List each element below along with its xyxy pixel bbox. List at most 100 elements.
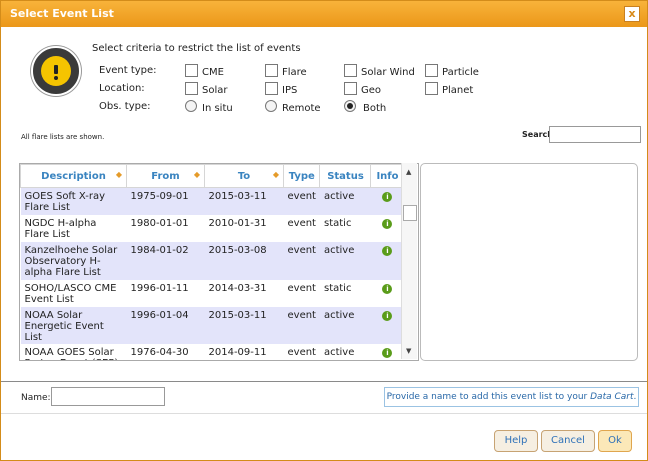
column-header-description[interactable]: Description ◆ xyxy=(20,164,127,188)
column-header-status[interactable]: Status xyxy=(319,164,372,188)
info-icon[interactable]: i xyxy=(382,218,393,229)
both-radio-label: Both xyxy=(363,103,387,114)
ips-checkbox-label: IPS xyxy=(282,85,298,96)
remote-radio[interactable] xyxy=(265,100,277,112)
table-row[interactable]: GOES Soft X-ray Flare List 1975-09-01 20… xyxy=(20,187,404,215)
in-situ-radio[interactable] xyxy=(185,100,197,112)
scrollbar-thumb[interactable] xyxy=(403,205,417,221)
info-icon[interactable]: i xyxy=(382,192,393,202)
type-cell: event xyxy=(283,241,320,280)
in-situ-radio-label: In situ xyxy=(202,103,233,114)
info-icon[interactable]: i xyxy=(382,310,393,321)
column-header-description-label: Description xyxy=(41,170,106,182)
type-cell: event xyxy=(283,306,320,344)
geo-checkbox[interactable] xyxy=(344,82,357,95)
status-cell: active xyxy=(319,241,371,280)
info-cell: i xyxy=(371,280,404,307)
type-cell: event xyxy=(287,217,316,229)
search-input[interactable] xyxy=(549,126,641,143)
to-cell: 2010-01-31 xyxy=(208,217,267,229)
from-cell: 1980-01-01 xyxy=(130,217,189,229)
scroll-down-icon[interactable]: ▼ xyxy=(406,347,411,355)
particle-checkbox[interactable] xyxy=(425,64,438,77)
column-header-type-label: Type xyxy=(288,170,315,182)
name-label: Name: xyxy=(21,393,51,403)
table-row[interactable]: NOAA Solar Energetic Event List 1996-01-… xyxy=(20,306,404,344)
scroll-up-icon[interactable]: ▲ xyxy=(406,168,411,176)
geo-checkbox-label: Geo xyxy=(361,85,382,96)
info-icon[interactable]: i xyxy=(382,283,393,294)
description-cell: NGDC H-alpha Flare List xyxy=(24,217,97,240)
event-list-table: Description ◆ From ◆ To ◆ Type Status Info … xyxy=(19,163,419,361)
column-header-from[interactable]: From ◆ xyxy=(126,164,205,188)
from-cell: 1976-04-30 xyxy=(130,346,189,358)
status-cell: static xyxy=(323,282,352,294)
dialog-titlebar[interactable]: Select Event List x xyxy=(1,1,647,27)
location-label: Location: xyxy=(99,83,145,94)
info-cell: i xyxy=(370,241,404,280)
cme-checkbox[interactable] xyxy=(185,64,198,77)
table-row[interactable]: SOHO/LASCO CME Event List 1996-01-11 201… xyxy=(21,280,404,307)
sort-icon: ◆ xyxy=(193,170,200,179)
table-row[interactable]: NGDC H-alpha Flare List 1980-01-01 2010-… xyxy=(21,215,404,242)
cme-checkbox-label: CME xyxy=(202,67,224,78)
table-row[interactable]: NOAA GOES Solar Proton Event (SEP) 1976-… xyxy=(21,344,404,361)
divider xyxy=(1,381,647,382)
solar-checkbox-label: Solar xyxy=(202,85,228,96)
from-cell: 1996-01-11 xyxy=(130,282,189,294)
ips-checkbox[interactable] xyxy=(265,82,278,95)
warning-sun-icon xyxy=(31,46,81,96)
both-radio[interactable] xyxy=(344,100,356,112)
info-icon[interactable]: i xyxy=(382,347,393,358)
type-cell: event xyxy=(287,346,316,358)
planet-checkbox-label: Planet xyxy=(442,85,474,96)
description-cell: SOHO/LASCO CME Event List xyxy=(24,282,117,305)
table-row[interactable]: Kanzelhoehe Solar Observatory H-alpha Fl… xyxy=(20,241,404,280)
remote-radio-label: Remote xyxy=(282,103,321,114)
ok-button[interactable]: Ok xyxy=(598,430,632,452)
to-cell: 2014-09-11 xyxy=(208,346,267,358)
name-input[interactable] xyxy=(51,387,165,406)
dialog-title: Select Event List xyxy=(10,7,114,20)
status-text: All flare lists are shown. xyxy=(21,133,105,141)
cancel-button[interactable]: Cancel xyxy=(541,430,595,452)
info-cell: i xyxy=(371,215,404,242)
event-detail-panel xyxy=(420,163,638,361)
table-scrollbar[interactable]: ▲ ▼ xyxy=(401,163,417,359)
instruction-text: Select criteria to restrict the list of … xyxy=(92,43,301,54)
flare-checkbox-label: Flare xyxy=(282,67,307,78)
solar-checkbox[interactable] xyxy=(185,82,198,95)
event-type-label: Event type: xyxy=(99,65,157,76)
hint-prefix: Provide a name to add this event list to… xyxy=(386,392,591,402)
column-header-from-label: From xyxy=(151,170,180,182)
column-header-info[interactable]: Info xyxy=(370,164,405,188)
flare-checkbox[interactable] xyxy=(265,64,278,77)
info-icon[interactable]: i xyxy=(382,245,393,256)
footer-divider xyxy=(1,413,647,414)
column-header-to[interactable]: To ◆ xyxy=(204,164,284,188)
to-cell: 2014-03-31 xyxy=(208,282,267,294)
to-cell: 2015-03-11 xyxy=(204,306,284,344)
obs-type-label: Obs. type: xyxy=(99,101,151,112)
type-cell: event xyxy=(287,282,316,294)
from-cell: 1996-01-04 xyxy=(126,306,205,344)
help-button[interactable]: Help xyxy=(494,430,538,452)
info-cell: i xyxy=(370,306,404,344)
info-cell: i xyxy=(371,344,404,361)
to-cell: 2015-03-11 xyxy=(204,187,284,215)
status-cell: active xyxy=(323,346,355,358)
data-cart-link[interactable]: Data Cart xyxy=(590,392,633,402)
column-header-status-label: Status xyxy=(327,170,364,182)
description-cell: NOAA GOES Solar Proton Event (SEP) xyxy=(24,346,119,361)
from-cell: 1975-09-01 xyxy=(126,187,205,215)
particle-checkbox-label: Particle xyxy=(442,67,479,78)
status-cell: active xyxy=(319,187,371,215)
solar-wind-checkbox[interactable] xyxy=(344,64,357,77)
sort-icon: ◆ xyxy=(115,170,122,179)
data-cart-hint: Provide a name to add this event list to… xyxy=(384,387,639,407)
close-button[interactable]: x xyxy=(624,6,640,22)
status-cell: active xyxy=(319,306,371,344)
planet-checkbox[interactable] xyxy=(425,82,438,95)
from-cell: 1984-01-02 xyxy=(126,241,205,280)
column-header-type[interactable]: Type xyxy=(282,164,321,188)
